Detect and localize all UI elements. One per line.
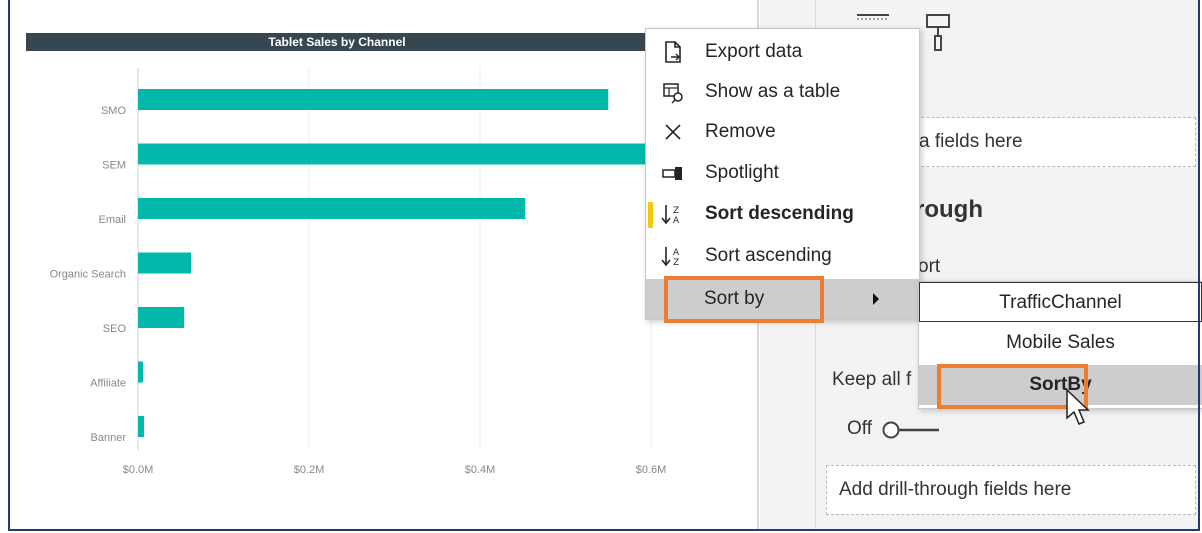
screenshot-frame xyxy=(8,0,1200,531)
